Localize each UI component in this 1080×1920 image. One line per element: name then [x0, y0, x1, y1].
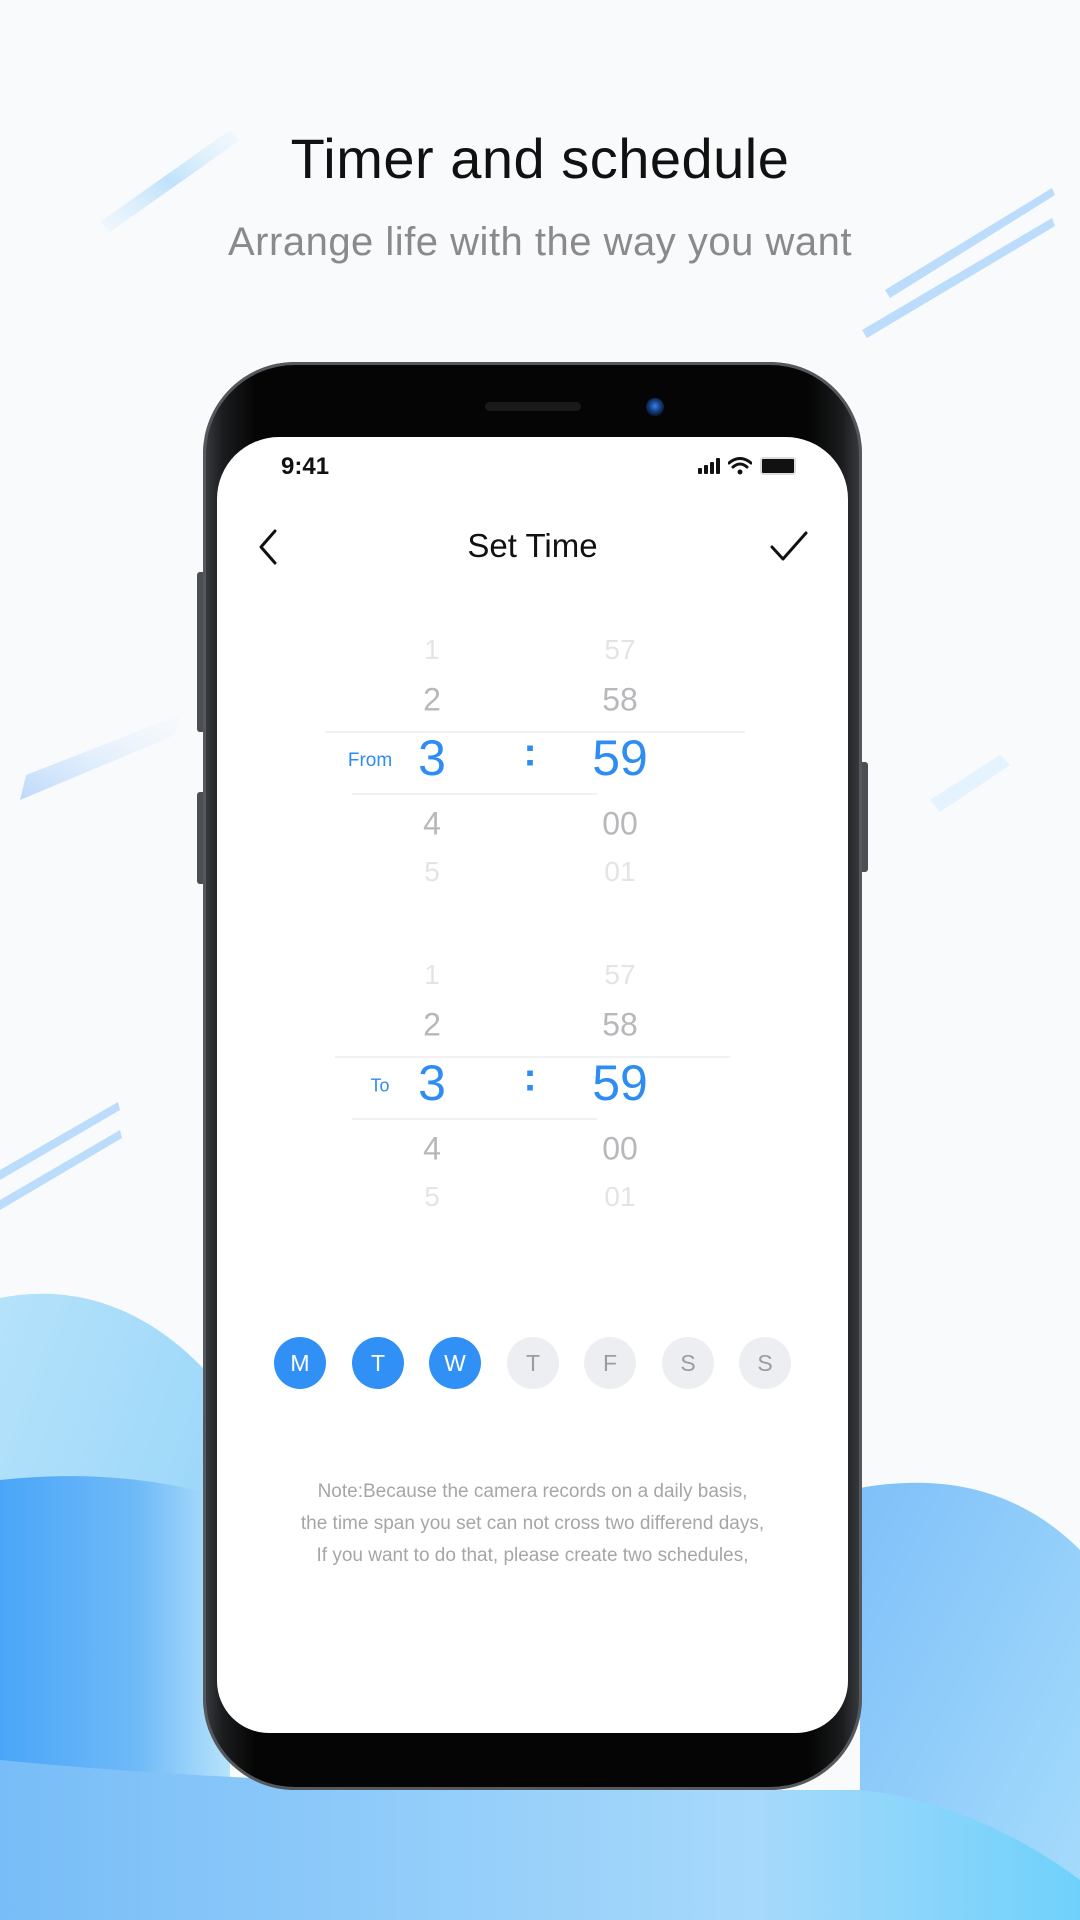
selected-hour[interactable]: 3	[372, 729, 492, 787]
selected-minute[interactable]: 59	[560, 1054, 680, 1112]
minute-option[interactable]: 57	[560, 959, 680, 991]
day-toggle[interactable]: S	[662, 1337, 714, 1389]
minute-option[interactable]: 01	[560, 856, 680, 888]
schedule-note: Note:Because the camera records on a dai…	[217, 1476, 848, 1572]
hour-option[interactable]: 4	[372, 806, 492, 843]
day-toggle[interactable]: S	[739, 1337, 791, 1389]
minute-option[interactable]: 01	[560, 1181, 680, 1213]
time-separator: :	[523, 730, 537, 775]
signal-icon	[698, 458, 720, 474]
status-icons	[698, 457, 796, 475]
wifi-icon	[728, 457, 752, 475]
side-button	[197, 572, 203, 732]
hour-option[interactable]: 1	[372, 959, 492, 991]
hour-option[interactable]: 2	[372, 1007, 492, 1044]
minute-option[interactable]: 00	[560, 1131, 680, 1168]
phone-frame: 9:41 Set Time From 1 57 2 58 3 59 4 00 5 01: To 1 57…	[197, 362, 868, 1790]
promo-subtitle: Arrange life with the way you want	[228, 220, 852, 264]
checkmark-icon	[770, 531, 808, 561]
page-title: Set Time	[467, 527, 598, 564]
weekday-selector: MTWTFSS	[217, 1337, 848, 1393]
minute-option[interactable]: 00	[560, 806, 680, 843]
side-button	[197, 792, 203, 884]
to-time-picker[interactable]: To 1 57 2 58 3 59 4 00 5 01:	[217, 950, 848, 1212]
side-button	[862, 762, 868, 872]
minute-option[interactable]: 58	[560, 1007, 680, 1044]
selection-line-bottom	[352, 793, 597, 795]
front-camera	[646, 398, 664, 416]
day-toggle[interactable]: W	[429, 1337, 481, 1389]
hour-option[interactable]: 4	[372, 1131, 492, 1168]
hour-option[interactable]: 5	[372, 1181, 492, 1213]
promo-title: Timer and schedule	[290, 127, 790, 190]
day-toggle[interactable]: M	[274, 1337, 326, 1389]
speaker-grille	[485, 402, 581, 411]
day-toggle[interactable]: F	[584, 1337, 636, 1389]
hour-option[interactable]: 5	[372, 856, 492, 888]
day-toggle[interactable]: T	[352, 1337, 404, 1389]
note-line: If you want to do that, please create tw…	[316, 1545, 749, 1566]
confirm-button[interactable]	[768, 527, 810, 567]
streak-decoration	[20, 715, 180, 800]
minute-option[interactable]: 57	[560, 634, 680, 666]
battery-icon	[760, 457, 796, 475]
selection-line-bottom	[352, 1118, 597, 1120]
selected-minute[interactable]: 59	[560, 729, 680, 787]
app-screen: 9:41 Set Time From 1 57 2 58 3 59 4 00 5 01: To 1 57…	[217, 437, 848, 1733]
hour-option[interactable]: 2	[372, 682, 492, 719]
selected-hour[interactable]: 3	[372, 1054, 492, 1112]
note-line: Note:Because the camera records on a dai…	[317, 1481, 748, 1502]
time-separator: :	[523, 1055, 537, 1100]
hour-option[interactable]: 1	[372, 634, 492, 666]
streak-decoration	[930, 755, 1010, 812]
day-toggle[interactable]: T	[507, 1337, 559, 1389]
note-line: the time span you set can not cross two …	[300, 1513, 765, 1534]
from-time-picker[interactable]: From 1 57 2 58 3 59 4 00 5 01:	[217, 625, 848, 887]
status-time: 9:41	[281, 453, 330, 480]
minute-option[interactable]: 58	[560, 682, 680, 719]
